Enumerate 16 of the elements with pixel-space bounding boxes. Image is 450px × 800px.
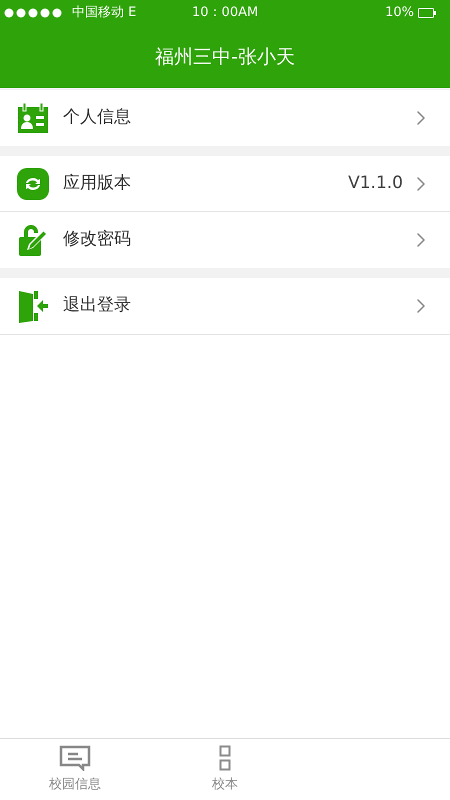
message-icon bbox=[59, 744, 91, 771]
contact-card-icon bbox=[17, 103, 49, 133]
battery-percent: 10% bbox=[385, 4, 414, 22]
grid-icon bbox=[219, 744, 231, 771]
menu-label: 退出登录 bbox=[63, 294, 131, 318]
carrier-label: 中国移动 E bbox=[72, 4, 136, 22]
menu-label: 个人信息 bbox=[63, 106, 131, 130]
signal-icon bbox=[4, 8, 64, 18]
page-title: 福州三中-张小天 bbox=[155, 44, 295, 70]
menu-label: 修改密码 bbox=[63, 228, 131, 252]
version-value: V1.1.0 bbox=[348, 172, 403, 195]
refresh-icon bbox=[17, 168, 49, 200]
menu-label: 应用版本 bbox=[63, 172, 131, 195]
status-time: 10：00AM bbox=[192, 4, 258, 22]
battery-icon bbox=[418, 8, 436, 18]
exit-door-icon bbox=[17, 289, 49, 323]
